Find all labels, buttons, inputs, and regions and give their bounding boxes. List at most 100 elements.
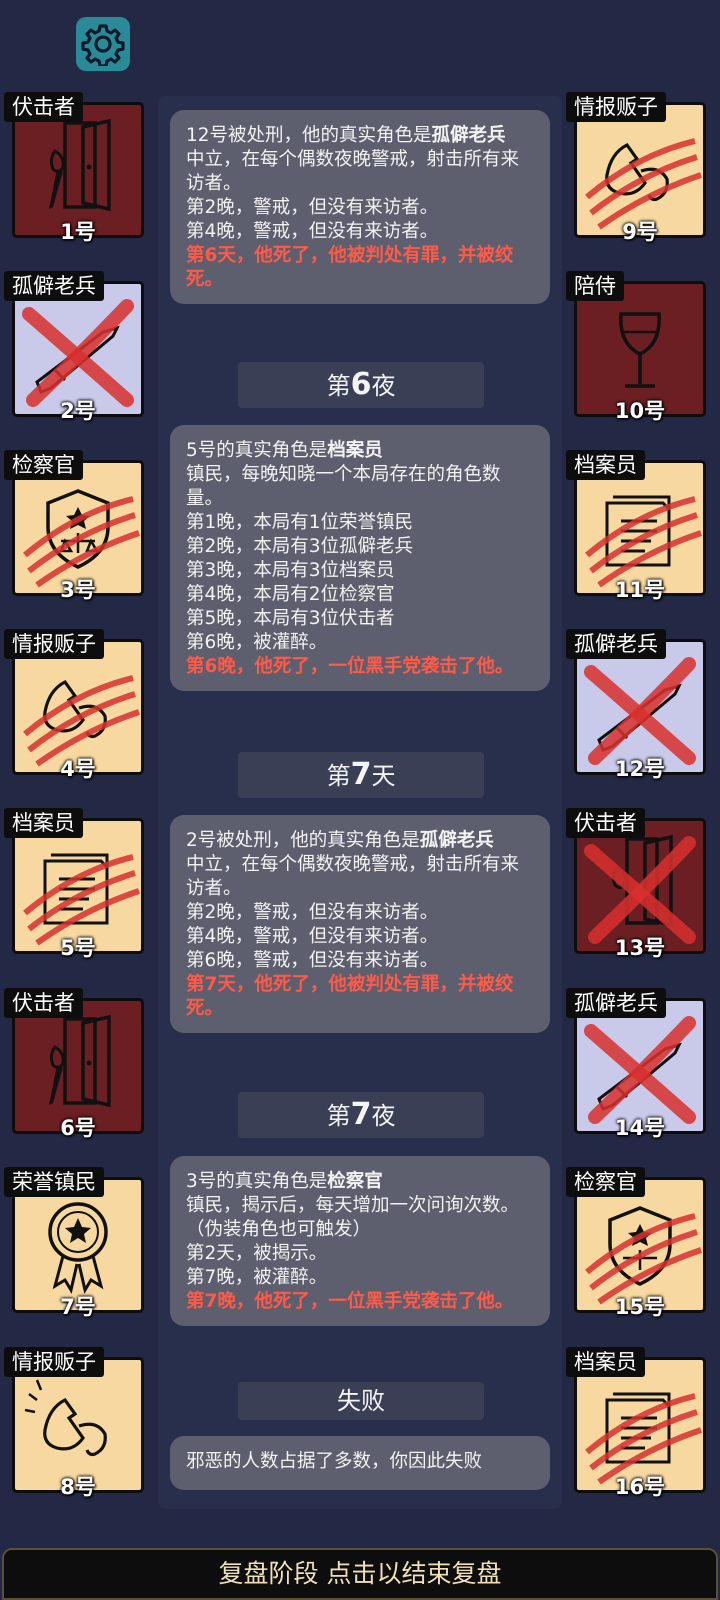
phase-prefix: 第 (326, 1102, 351, 1130)
role-label: 检察官 (566, 1167, 645, 1197)
phase-number: 7 (350, 757, 372, 792)
player-number: 14号 (614, 1116, 666, 1140)
player-card-5[interactable]: 档案员 5号 (4, 808, 148, 960)
phase-number: 7 (350, 1097, 372, 1132)
role-label: 孤僻老兵 (566, 988, 666, 1018)
log-text: 5号的真实角色是 (186, 440, 328, 461)
log-message-3: 2号被处刑，他的真实角色是孤僻老兵 中立，在每个偶数夜晚警戒，射击所有来访者。 … (170, 815, 550, 1033)
role-label: 情报贩子 (566, 92, 666, 122)
player-number: 6号 (60, 1116, 96, 1140)
log-text: 中立，在每个偶数夜晚警戒，射击所有来访者。 (186, 149, 520, 194)
log-text: 3号的真实角色是 (186, 1171, 328, 1192)
player-number: 3号 (60, 578, 96, 602)
role-name: 孤僻老兵 (419, 830, 494, 851)
player-number: 1号 (60, 220, 96, 244)
log-text: 第2晚，警戒，但没有来访者。 (186, 902, 439, 923)
phase-header: 第7天 (238, 752, 484, 798)
log-text: 镇民，揭示后，每天增加一次问询次数。（伪装角色也可触发） (186, 1195, 520, 1240)
player-card-7[interactable]: 荣誉镇民 7号 (4, 1167, 148, 1319)
log-message-1: 12号被处刑，他的真实角色是孤僻老兵 中立，在每个偶数夜晚警戒，射击所有来访者。… (170, 110, 550, 304)
phase-prefix: 第 (326, 762, 351, 790)
player-card-4[interactable]: 情报贩子 4号 (4, 629, 148, 781)
player-card-8[interactable]: 情报贩子 8号 (4, 1347, 148, 1499)
role-name: 孤僻老兵 (431, 125, 506, 146)
role-label: 档案员 (4, 808, 83, 838)
log-text: 第4晚，本局有2位检察官 (186, 584, 395, 605)
player-card-10[interactable]: 陪侍 10号 (566, 271, 710, 423)
death-text: 第7天，他死了，他被判处有罪，并被绞死。 (186, 974, 514, 1019)
role-label: 伏击者 (4, 988, 83, 1018)
log-message-5: 邪恶的人数占据了多数，你因此失败 (170, 1436, 550, 1490)
player-number: 11号 (614, 578, 666, 602)
role-label: 检察官 (4, 450, 83, 480)
log-text: 第5晚，本局有3位伏击者 (186, 608, 395, 629)
log-text: 第2晚，警戒，但没有来访者。 (186, 197, 439, 218)
player-card-12[interactable]: 孤僻老兵 12号 (566, 629, 710, 781)
phase-suffix: 夜 (371, 1102, 396, 1130)
log-text: 第3晚，本局有3位档案员 (186, 560, 395, 581)
player-number: 13号 (614, 936, 666, 960)
player-card-15[interactable]: 检察官 15号 (566, 1167, 710, 1319)
log-text: 第2天，被揭示。 (186, 1243, 328, 1264)
role-label: 荣誉镇民 (4, 1167, 104, 1197)
log-text: 12号被处刑，他的真实角色是 (186, 125, 432, 146)
player-number: 5号 (60, 936, 96, 960)
log-text: 第6晚，被灌醉。 (186, 632, 328, 653)
player-number: 4号 (60, 757, 96, 781)
role-label: 情报贩子 (4, 1347, 104, 1377)
phase-prefix: 第 (326, 372, 351, 400)
phase-suffix: 夜 (371, 372, 396, 400)
role-label: 伏击者 (566, 808, 645, 838)
player-card-1[interactable]: 伏击者 1号 (4, 92, 148, 244)
log-text: 第4晚，警戒，但没有来访者。 (186, 221, 439, 242)
log-text: 中立，在每个偶数夜晚警戒，射击所有来访者。 (186, 854, 520, 899)
log-text: 镇民，每晚知晓一个本局存在的角色数量。 (186, 464, 501, 509)
player-number: 9号 (622, 220, 658, 244)
phase-header: 第7夜 (238, 1092, 484, 1138)
gear-icon (81, 24, 125, 66)
player-card-2[interactable]: 孤僻老兵 2号 (4, 271, 148, 423)
player-number: 16号 (614, 1475, 666, 1499)
log-text: 第4晚，警戒，但没有来访者。 (186, 926, 439, 947)
role-label: 档案员 (566, 1347, 645, 1377)
role-label: 孤僻老兵 (566, 629, 666, 659)
player-card-14[interactable]: 孤僻老兵 14号 (566, 988, 710, 1140)
settings-button[interactable] (76, 17, 130, 71)
phase-header: 失败 (238, 1382, 484, 1420)
player-number: 7号 (60, 1295, 96, 1319)
phase-suffix: 天 (371, 762, 396, 790)
player-number: 10号 (614, 399, 666, 423)
player-card-16[interactable]: 档案员 16号 (566, 1347, 710, 1499)
player-card-3[interactable]: 检察官 3号 (4, 450, 148, 602)
player-number: 8号 (60, 1475, 96, 1499)
death-text: 第6晚，他死了，一位黑手党袭击了他。 (186, 656, 514, 677)
death-text: 第7晚，他死了，一位黑手党袭击了他。 (186, 1291, 514, 1312)
role-label: 档案员 (566, 450, 645, 480)
log-text: 第2晚，本局有3位孤僻老兵 (186, 536, 414, 557)
log-text: 2号被处刑，他的真实角色是 (186, 830, 420, 851)
phase-number: 6 (350, 367, 372, 402)
player-number: 12号 (614, 757, 666, 781)
role-name: 检察官 (327, 1171, 383, 1192)
phase-label: 失败 (337, 1387, 385, 1415)
result-text: 邪恶的人数占据了多数，你因此失败 (186, 1451, 483, 1472)
player-card-9[interactable]: 情报贩子 9号 (566, 92, 710, 244)
role-name: 档案员 (327, 440, 383, 461)
role-label: 孤僻老兵 (4, 271, 104, 301)
player-number: 2号 (60, 399, 96, 423)
log-text: 第1晚，本局有1位荣誉镇民 (186, 512, 414, 533)
role-label: 陪侍 (566, 271, 624, 301)
log-text: 第7晚，被灌醉。 (186, 1267, 328, 1288)
log-message-2: 5号的真实角色是档案员 镇民，每晚知晓一个本局存在的角色数量。 第1晚，本局有1… (170, 425, 550, 691)
player-number: 15号 (614, 1295, 666, 1319)
role-label: 情报贩子 (4, 629, 104, 659)
log-message-4: 3号的真实角色是检察官 镇民，揭示后，每天增加一次问询次数。（伪装角色也可触发）… (170, 1156, 550, 1326)
end-review-button[interactable]: 复盘阶段 点击以结束复盘 (2, 1548, 718, 1600)
log-text: 第6晚，警戒，但没有来访者。 (186, 950, 439, 971)
player-card-6[interactable]: 伏击者 6号 (4, 988, 148, 1140)
death-text: 第6天，他死了，他被判处有罪，并被绞死。 (186, 245, 514, 290)
role-label: 伏击者 (4, 92, 83, 122)
phase-header: 第6夜 (238, 362, 484, 408)
player-card-13[interactable]: 伏击者 13号 (566, 808, 710, 960)
player-card-11[interactable]: 档案员 11号 (566, 450, 710, 602)
